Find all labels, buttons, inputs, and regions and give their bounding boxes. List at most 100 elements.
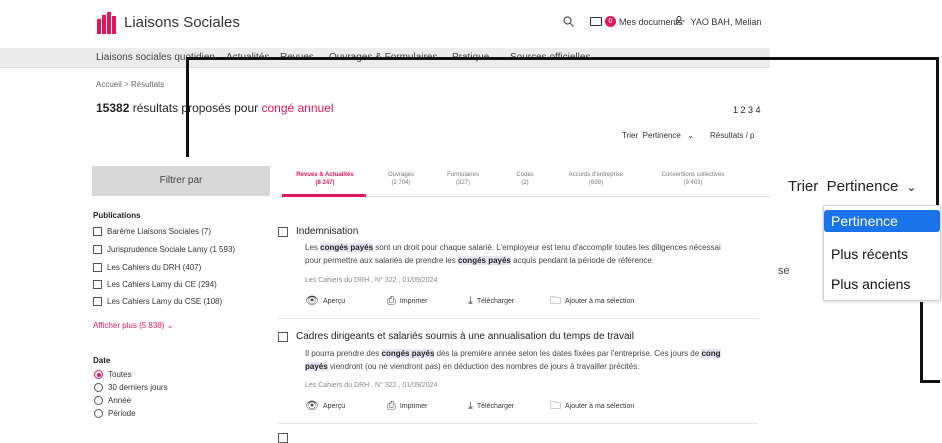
- show-more-link[interactable]: Afficher plus (5 838) ⌄: [93, 321, 173, 330]
- snippet-highlight: cong: [701, 349, 721, 358]
- result-title[interactable]: Cadres dirigeants et salariés soumis à u…: [278, 331, 634, 342]
- sort-label: Trier: [622, 131, 639, 140]
- publication-label: Les Cahiers Lamy du CE (294): [107, 280, 217, 289]
- print-button[interactable]: ⎙ Imprimer: [387, 400, 427, 412]
- search-query: congé annuel: [261, 101, 334, 115]
- download-button[interactable]: ⤓ Télécharger: [468, 296, 514, 307]
- sort-row: Trier Pertinence ⌄ Résultats / p: [622, 131, 755, 140]
- tab-label: Formulaires: [447, 172, 479, 178]
- result-source: Les Cahiers du DRH , N° 322 , 01/09/2024: [305, 277, 438, 284]
- date-option-periode[interactable]: Période: [94, 409, 136, 418]
- per-page-label[interactable]: Résultats / p: [710, 131, 754, 140]
- user-account-menu[interactable]: YAO BAH, Melian: [675, 16, 761, 27]
- results-heading: 15382 résultats proposés pour congé annu…: [96, 101, 334, 115]
- result-title-partial[interactable]: [278, 433, 296, 443]
- annotation-line: [186, 57, 189, 157]
- tab-conventions[interactable]: Conventions collectives (3 403): [650, 171, 736, 187]
- checkbox[interactable]: [93, 227, 102, 236]
- select-checkbox[interactable]: [278, 433, 288, 443]
- snippet-highlight: payés: [305, 362, 328, 371]
- select-checkbox[interactable]: [278, 331, 288, 342]
- printer-icon: ⎙: [387, 400, 396, 412]
- checkbox[interactable]: [93, 280, 102, 289]
- sort-option-anciens[interactable]: Plus anciens: [824, 273, 940, 295]
- tab-label: Revues & Actualités: [296, 172, 354, 178]
- my-documents-link[interactable]: 0 Mes documents: [590, 16, 683, 27]
- publication-filter[interactable]: Les Cahiers du DRH (407): [93, 263, 201, 272]
- tab-count: (2): [521, 180, 529, 186]
- date-option-30-jours[interactable]: 30 derniers jours: [94, 383, 168, 392]
- pagination[interactable]: 1 2 3 4: [733, 105, 761, 115]
- sort-option-pertinence[interactable]: Pertinence: [824, 210, 940, 232]
- brand-name[interactable]: Liaisons Sociales: [124, 14, 240, 31]
- tab-label: Ouvrages: [387, 172, 414, 178]
- result-divider: [278, 423, 758, 424]
- result-source: Les Cahiers du DRH , N° 322 , 01/09/2024: [305, 382, 438, 389]
- eye-icon: 👁︎: [305, 400, 319, 412]
- add-to-selection-button[interactable]: 🗀 Ajouter à ma sélection: [550, 400, 635, 412]
- user-icon: [675, 16, 688, 27]
- tab-revues-actualites[interactable]: Revues & Actualités (8 247): [286, 171, 364, 187]
- radio[interactable]: [94, 383, 103, 392]
- action-label: Ajouter à ma sélection: [565, 297, 635, 305]
- checkbox[interactable]: [93, 297, 102, 306]
- download-icon: ⤓: [468, 400, 473, 412]
- snippet-highlight: congés payés: [320, 243, 374, 252]
- publication-filter[interactable]: Les Cahiers Lamy du CSE (108): [93, 297, 222, 306]
- zoom-sort-select[interactable]: Pertinence: [827, 178, 899, 195]
- my-documents-label: Mes documents: [619, 16, 683, 27]
- tab-codes[interactable]: Codes (2): [505, 171, 545, 187]
- date-option-annee[interactable]: Année: [94, 396, 131, 405]
- select-checkbox[interactable]: [278, 226, 288, 237]
- folder-icon: 🗀: [550, 400, 561, 412]
- filter-button[interactable]: Filtrer par: [92, 166, 270, 196]
- tab-count: (3 403): [683, 180, 703, 186]
- breadcrumb[interactable]: Accueil > Résultats: [96, 80, 164, 89]
- annotation-line: [920, 380, 940, 383]
- sort-select[interactable]: Pertinence: [643, 131, 681, 140]
- radio[interactable]: [94, 396, 103, 405]
- publication-label: Les Cahiers Lamy du CSE (108): [107, 297, 223, 306]
- snippet-text: viendront (ou ne viendront pas) en déduc…: [327, 362, 640, 371]
- publication-label: Jurisprudence Sociale Lamy (1 593): [107, 245, 236, 254]
- snippet-text: dès la première année selon les dates fi…: [434, 349, 702, 358]
- brand-logo-icon[interactable]: [96, 11, 118, 35]
- tab-formulaires[interactable]: Formulaires (327): [436, 171, 490, 187]
- radio-selected[interactable]: [94, 370, 103, 379]
- preview-button[interactable]: 👁︎ Aperçu: [305, 400, 345, 412]
- add-to-selection-button[interactable]: 🗀 Ajouter à ma sélection: [550, 296, 635, 307]
- tab-accords[interactable]: Accords d'entreprise (699): [558, 171, 634, 187]
- result-title-text: Cadres dirigeants et salariés soumis à u…: [296, 331, 634, 342]
- search-icon[interactable]: [563, 15, 574, 30]
- publication-filter[interactable]: Les Cahiers Lamy du CE (294): [93, 280, 217, 289]
- snippet-text: pour permettre aux salariés de prendre l…: [305, 256, 458, 265]
- publication-label: Barème Liaisons Sociales (7): [107, 227, 212, 236]
- print-button[interactable]: ⎙ Imprimer: [387, 296, 427, 307]
- action-label: Ajouter à ma sélection: [565, 402, 635, 410]
- preview-button[interactable]: 👁︎ Aperçu: [305, 296, 345, 307]
- result-divider: [278, 318, 758, 319]
- date-option-label: Toutes: [108, 370, 132, 379]
- result-title[interactable]: Indemnisation: [278, 226, 358, 237]
- sort-dropdown-menu: Pertinence Plus récents Plus anciens: [823, 205, 941, 301]
- publication-filter[interactable]: Jurisprudence Sociale Lamy (1 593): [93, 245, 235, 254]
- chevron-down-icon[interactable]: ⌄: [906, 180, 916, 194]
- sort-option-recents[interactable]: Plus récents: [824, 243, 940, 265]
- publication-filter[interactable]: Barème Liaisons Sociales (7): [93, 227, 211, 236]
- tab-label: Accords d'entreprise: [568, 172, 624, 178]
- radio[interactable]: [94, 409, 103, 418]
- annotation-line: [920, 302, 923, 382]
- download-button[interactable]: ⤓ Télécharger: [468, 400, 515, 412]
- checkbox[interactable]: [93, 245, 102, 254]
- tab-ouvrages[interactable]: Ouvrages (2 704): [376, 171, 426, 187]
- user-name: YAO BAH, Melian: [690, 17, 762, 27]
- checkbox[interactable]: [93, 263, 102, 272]
- tab-label: Conventions collectives: [661, 172, 725, 178]
- date-heading: Date: [93, 356, 111, 365]
- active-tab-indicator: [282, 194, 366, 197]
- action-label: Télécharger: [476, 402, 515, 410]
- chevron-down-icon[interactable]: ⌄: [687, 131, 694, 140]
- date-option-toutes[interactable]: Toutes: [94, 370, 132, 379]
- documents-count-badge: 0: [605, 16, 616, 27]
- snippet-highlight: congés payés: [457, 256, 511, 265]
